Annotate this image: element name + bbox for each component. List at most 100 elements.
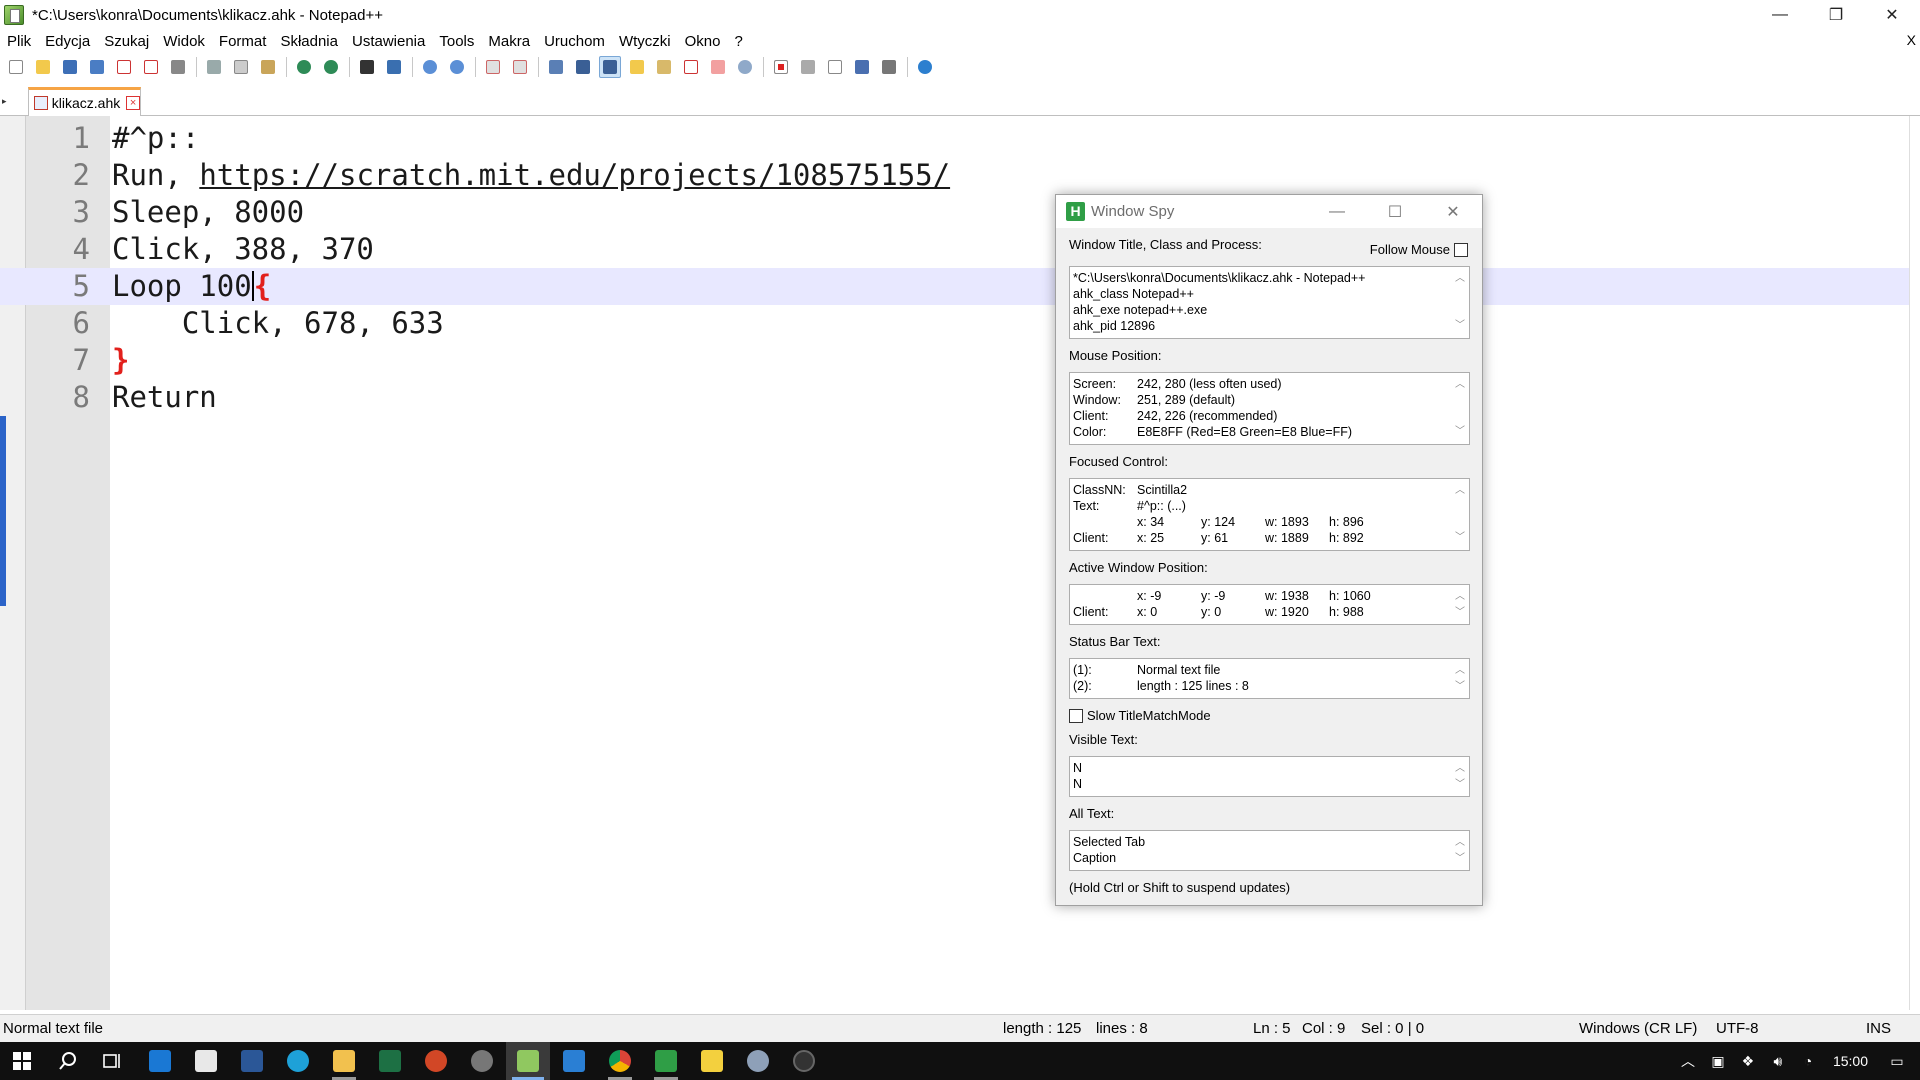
scratch-url-link[interactable]: https://scratch.mit.edu/projects/1085751… [199,158,950,192]
menu-skladnia[interactable]: Składnia [273,33,345,50]
minimize-button[interactable]: — [1752,0,1808,30]
menu-help[interactable]: ? [727,33,749,50]
spy-close-button[interactable]: ✕ [1424,195,1482,228]
status-bar-text-textbox[interactable]: (1): Normal text file (2): length : 125 li… [1069,658,1470,699]
sync-vertical-icon[interactable] [482,56,504,78]
spy-minimize-button[interactable]: — [1308,195,1366,228]
show-all-chars-icon[interactable] [572,56,594,78]
tab-klikacz[interactable]: klikacz.ahk × [28,87,141,116]
menu-uruchom[interactable]: Uruchom [537,33,612,50]
taskbar-edge[interactable] [276,1042,320,1080]
save-all-icon[interactable] [86,56,108,78]
textbox-scrollbar[interactable]: ︿ ﹀ [1451,267,1469,338]
spy-maximize-button[interactable]: ☐ [1366,195,1424,228]
scroll-up-icon[interactable]: ︿ [1455,377,1465,393]
slow-titlematch-checkbox[interactable] [1069,708,1083,723]
menu-tools[interactable]: Tools [432,33,481,50]
scroll-down-icon[interactable]: ﹀ [1455,777,1465,793]
current-code-line[interactable]: 5 Loop 100{ [0,268,1920,305]
code-line[interactable]: 6 Click, 678, 633 [0,305,1920,342]
follow-mouse-option[interactable]: Follow Mouse [1370,242,1468,257]
new-file-icon[interactable] [5,56,27,78]
record-macro-icon[interactable] [770,56,792,78]
redo-icon[interactable] [320,56,342,78]
start-button[interactable] [0,1042,44,1080]
tab-scroll-arrow-icon[interactable]: ▸ [2,96,7,107]
menu-szukaj[interactable]: Szukaj [97,33,156,50]
function-list-icon[interactable] [680,56,702,78]
taskbar-explorer[interactable] [322,1042,366,1080]
slow-titlematch-option[interactable]: Slow TitleMatchMode [1069,708,1211,723]
search-button[interactable] [46,1042,90,1080]
play-macro-multiple-icon[interactable] [851,56,873,78]
paste-icon[interactable] [257,56,279,78]
status-eol[interactable]: Windows (CR LF) [1579,1020,1697,1037]
focused-control-textbox[interactable]: ClassNN: Scintilla2 Text: #^p:: (...) x: 3… [1069,478,1470,551]
indent-guide-icon[interactable] [599,56,621,78]
replace-icon[interactable] [383,56,405,78]
taskbar-app-note[interactable] [690,1042,734,1080]
zoom-in-icon[interactable] [419,56,441,78]
undo-icon[interactable] [293,56,315,78]
taskbar-store[interactable] [184,1042,228,1080]
save-icon[interactable] [59,56,81,78]
mouse-position-textbox[interactable]: Screen: 242, 280 (less often used) Window… [1069,372,1470,445]
code-editor[interactable]: 1 #^p:: 2 Run, https://scratch.mit.edu/p… [0,116,1920,1010]
code-line[interactable]: 3 Sleep, 8000 [0,194,1920,231]
textbox-scrollbar[interactable]: ︿ ﹀ [1451,585,1469,624]
status-encoding[interactable]: UTF-8 [1716,1020,1759,1037]
open-file-icon[interactable] [32,56,54,78]
play-macro-icon[interactable] [824,56,846,78]
scroll-down-icon[interactable]: ﹀ [1455,530,1465,546]
tab-close-icon[interactable]: × [126,96,140,110]
sync-horizontal-icon[interactable] [509,56,531,78]
copy-icon[interactable] [230,56,252,78]
scroll-up-icon[interactable]: ︿ [1455,589,1465,605]
close-button[interactable]: ✕ [1864,0,1920,30]
close-all-icon[interactable] [140,56,162,78]
code-line[interactable]: 4 Click, 388, 370 [0,231,1920,268]
menu-edycja[interactable]: Edycja [38,33,97,50]
monitoring-icon[interactable] [734,56,756,78]
close-document-icon[interactable]: X [1907,32,1916,48]
textbox-scrollbar[interactable]: ︿ ﹀ [1451,479,1469,550]
taskbar-mail[interactable] [138,1042,182,1080]
taskbar-clock[interactable]: 15:00 [1833,1053,1868,1069]
word-wrap-icon[interactable] [545,56,567,78]
scroll-up-icon[interactable]: ︿ [1455,835,1465,851]
scroll-down-icon[interactable]: ﹀ [1455,605,1465,621]
menu-format[interactable]: Format [212,33,274,50]
tray-chevron-up-icon[interactable]: ︿ [1679,1052,1697,1070]
taskbar-chrome[interactable] [598,1042,642,1080]
print-icon[interactable] [167,56,189,78]
textbox-scrollbar[interactable]: ︿ ﹀ [1451,757,1469,796]
taskbar-window-spy[interactable] [644,1042,688,1080]
zoom-out-icon[interactable] [446,56,468,78]
cut-icon[interactable] [203,56,225,78]
scroll-down-icon[interactable]: ﹀ [1455,679,1465,695]
doc-map-icon[interactable] [653,56,675,78]
taskbar-excel[interactable] [368,1042,412,1080]
wifi-icon[interactable]: ◔ [1799,1052,1817,1070]
taskbar-app-circle[interactable] [782,1042,826,1080]
code-line[interactable]: 8 Return [0,379,1920,416]
dropbox-icon[interactable]: ❖ [1739,1052,1757,1070]
vertical-scrollbar[interactable] [1909,116,1920,1010]
taskbar-word[interactable] [230,1042,274,1080]
task-view-button[interactable] [90,1042,134,1080]
taskbar-powerpoint[interactable] [414,1042,458,1080]
active-window-textbox[interactable]: x: -9 y: -9 w: 1938 h: 1060 Client: x: 0 y: 0… [1069,584,1470,625]
menu-plik[interactable]: Plik [0,33,38,50]
notifications-icon[interactable]: ▭ [1888,1052,1906,1070]
save-macro-icon[interactable] [878,56,900,78]
tray-device-icon[interactable]: ▣ [1709,1052,1727,1070]
find-icon[interactable] [356,56,378,78]
visible-text-textbox[interactable]: N N ︿ ﹀ [1069,756,1470,797]
scroll-down-icon[interactable]: ﹀ [1455,424,1465,440]
code-line[interactable]: 2 Run, https://scratch.mit.edu/projects/… [0,157,1920,194]
code-line[interactable]: 1 #^p:: [0,120,1920,157]
scroll-down-icon[interactable]: ﹀ [1455,851,1465,867]
taskbar-writer[interactable] [552,1042,596,1080]
taskbar-notepadpp[interactable] [506,1042,550,1080]
close-file-icon[interactable] [113,56,135,78]
